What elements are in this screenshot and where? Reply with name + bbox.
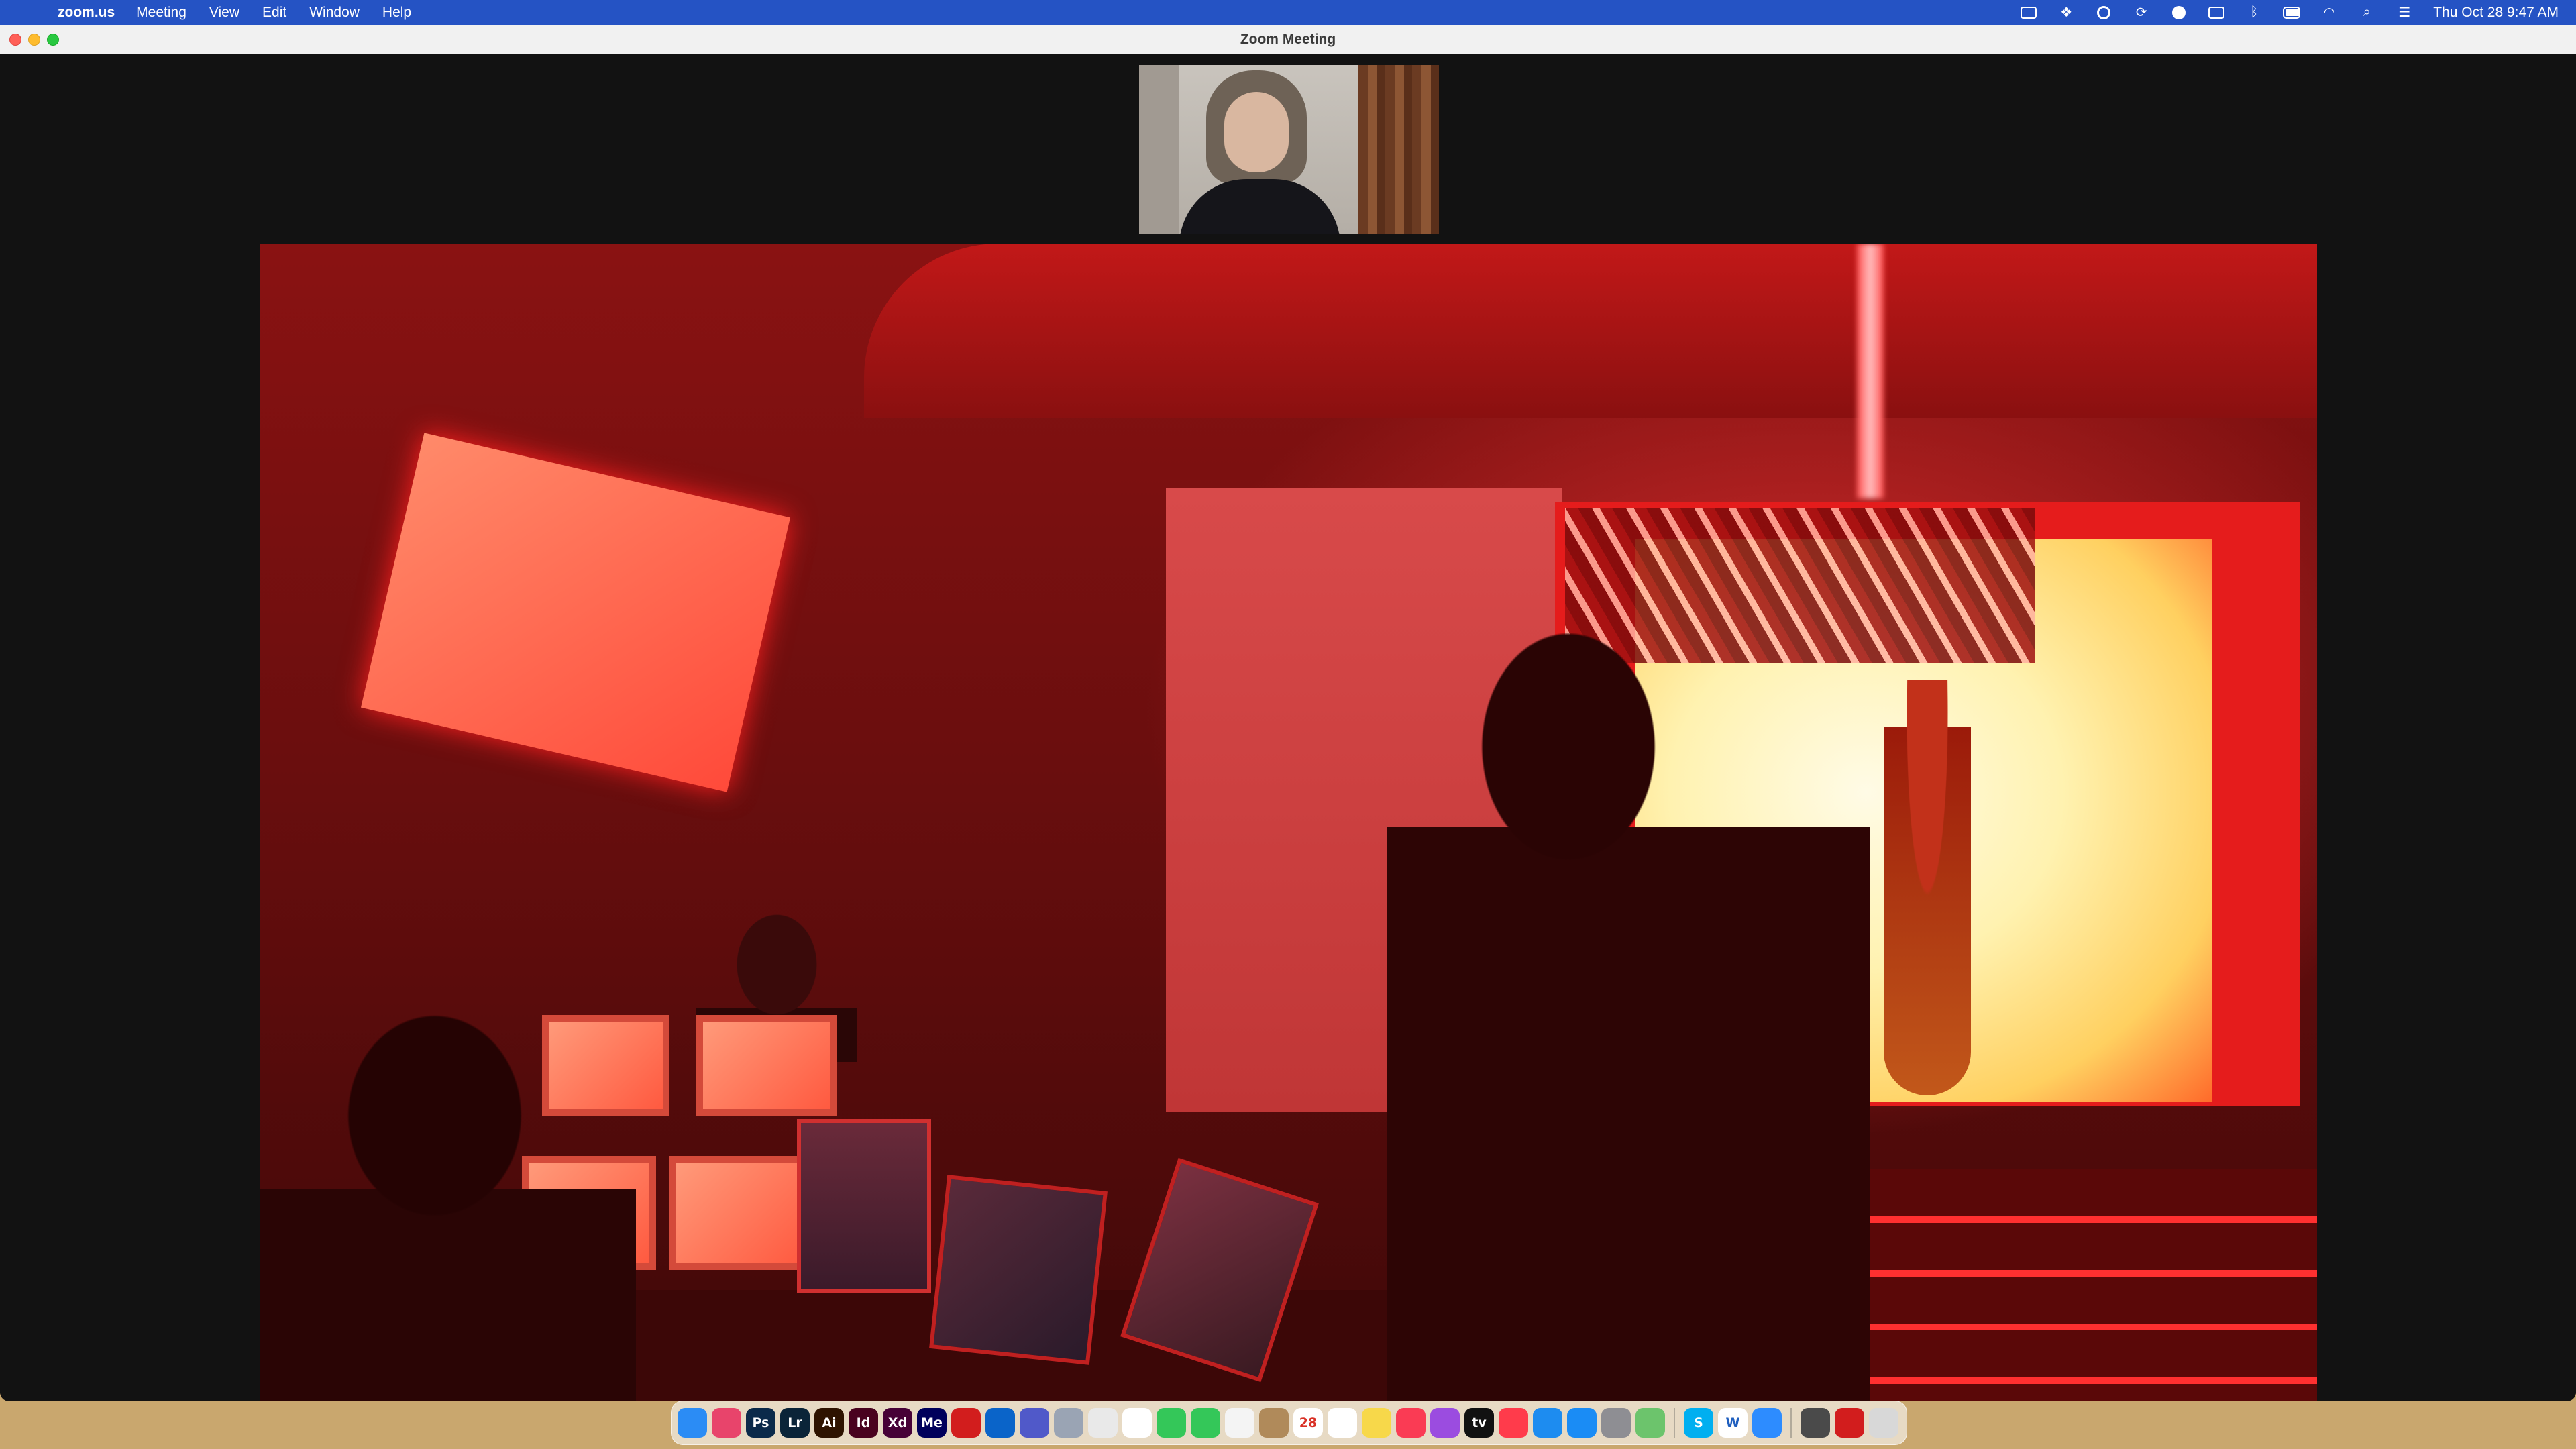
sync-icon[interactable]: ⟳ — [2133, 5, 2150, 20]
video-ceiling — [864, 244, 2317, 418]
zoom-dock-icon[interactable] — [1752, 1408, 1782, 1438]
illustrator-icon[interactable]: Ai — [814, 1408, 844, 1438]
dock-separator — [1674, 1408, 1675, 1438]
dock: Ps Lr Ai Id Xd Me 28 tv S W — [671, 1401, 1907, 1445]
keynote-icon[interactable] — [1533, 1408, 1562, 1438]
video-person-seated — [260, 1015, 636, 1401]
teams-icon[interactable] — [1020, 1408, 1049, 1438]
podcasts-icon[interactable] — [1430, 1408, 1460, 1438]
bluetooth-icon[interactable]: ᛒ — [2245, 5, 2263, 20]
preview-stack-icon[interactable] — [1801, 1408, 1830, 1438]
tv-icon[interactable]: tv — [1464, 1408, 1494, 1438]
acrobat-stack-icon[interactable] — [1835, 1408, 1864, 1438]
video-monitor — [669, 1156, 810, 1270]
system-preferences-icon[interactable] — [1601, 1408, 1631, 1438]
news-icon[interactable] — [1499, 1408, 1528, 1438]
word-icon[interactable]: W — [1718, 1408, 1748, 1438]
photoshop-icon[interactable]: Ps — [746, 1408, 775, 1438]
spotlight-icon[interactable]: ⌕ — [2358, 5, 2375, 20]
app-store-icon[interactable] — [1567, 1408, 1597, 1438]
video-light-beam — [1857, 244, 1884, 498]
self-view-video[interactable] — [1139, 65, 1439, 234]
xd-icon[interactable]: Xd — [883, 1408, 912, 1438]
video-monitor — [696, 1015, 837, 1116]
status-area: ❖ ⟳ ᛒ ◠ ⌕ ☰ Thu Oct 28 9:47 AM — [2020, 0, 2559, 25]
slack-icon[interactable] — [1122, 1408, 1152, 1438]
messages-icon[interactable] — [1191, 1408, 1220, 1438]
contacts-icon[interactable] — [1259, 1408, 1289, 1438]
menu-window[interactable]: Window — [309, 0, 360, 25]
video-dancer-silhouette — [1884, 680, 1971, 1095]
finder-icon[interactable] — [678, 1408, 707, 1438]
lightroom-icon[interactable]: Lr — [780, 1408, 810, 1438]
self-view-participant-body — [1179, 179, 1340, 234]
zoom-window: Zoom Meeting — [0, 25, 2576, 1401]
creative-cloud-dock-icon[interactable] — [712, 1408, 741, 1438]
menu-meeting[interactable]: Meeting — [136, 0, 186, 25]
display-icon[interactable] — [2208, 5, 2225, 20]
main-video-feed[interactable] — [260, 244, 2317, 1401]
self-view-curtain — [1358, 65, 1439, 234]
chrome-icon[interactable] — [1088, 1408, 1118, 1438]
video-laptop — [797, 1119, 931, 1293]
app-status-icon[interactable] — [2170, 5, 2188, 20]
indesign-icon[interactable]: Id — [849, 1408, 878, 1438]
notes-icon[interactable] — [1362, 1408, 1391, 1438]
meeting-stage — [0, 54, 2576, 1401]
window-title: Zoom Meeting — [1240, 32, 1336, 47]
media-encoder-icon[interactable]: Me — [917, 1408, 947, 1438]
self-view-participant-face — [1224, 92, 1289, 172]
menu-app-name[interactable]: zoom.us — [58, 0, 115, 25]
video-person-standing — [1387, 626, 1870, 1401]
window-titlebar[interactable]: Zoom Meeting — [0, 25, 2576, 54]
menu-clock[interactable]: Thu Oct 28 9:47 AM — [2433, 5, 2559, 21]
zoom-status-icon[interactable] — [2020, 5, 2037, 20]
creative-cloud-icon[interactable] — [2095, 5, 2112, 20]
outlook-icon[interactable] — [985, 1408, 1015, 1438]
reminders-icon[interactable] — [1328, 1408, 1357, 1438]
launchpad-icon[interactable] — [1054, 1408, 1083, 1438]
menu-bar: zoom.us Meeting View Edit Window Help ❖ … — [0, 0, 2576, 25]
self-view-wall — [1139, 65, 1179, 234]
trash-icon[interactable] — [1869, 1408, 1898, 1438]
calendar-icon[interactable]: 28 — [1293, 1408, 1323, 1438]
dropbox-icon[interactable]: ❖ — [2057, 5, 2075, 20]
skype-icon[interactable]: S — [1684, 1408, 1713, 1438]
photos-icon[interactable] — [1225, 1408, 1254, 1438]
menu-edit[interactable]: Edit — [262, 0, 286, 25]
video-laptop — [929, 1175, 1108, 1365]
control-center-icon[interactable]: ☰ — [2396, 5, 2413, 20]
facetime-icon[interactable] — [1157, 1408, 1186, 1438]
wifi-icon[interactable]: ◠ — [2320, 5, 2338, 20]
menu-help[interactable]: Help — [382, 0, 411, 25]
music-icon[interactable] — [1396, 1408, 1426, 1438]
acrobat-icon[interactable] — [951, 1408, 981, 1438]
video-hanging-screen — [360, 433, 791, 792]
menu-view[interactable]: View — [209, 0, 239, 25]
battery-icon[interactable] — [2283, 5, 2301, 20]
maps-icon[interactable] — [1635, 1408, 1665, 1438]
dock-separator — [1790, 1408, 1792, 1438]
